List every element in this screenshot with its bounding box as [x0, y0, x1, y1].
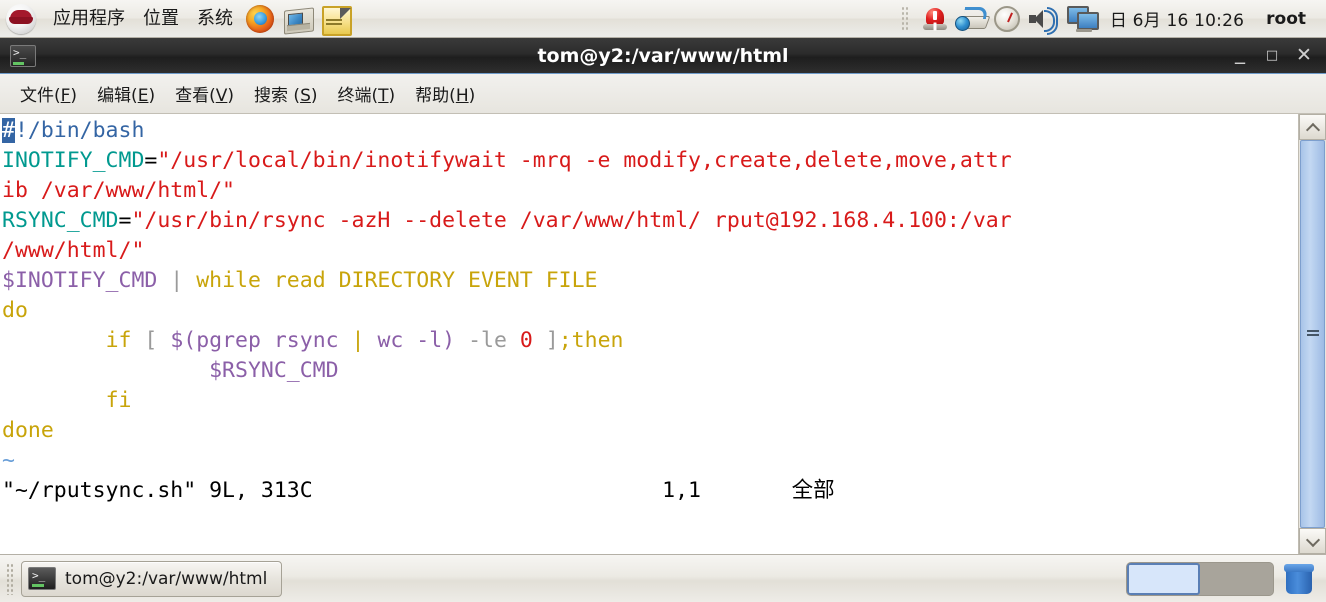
menu-terminal[interactable]: 终端(T): [328, 77, 406, 110]
menu-file-label: 文件(: [20, 86, 61, 106]
menu-places[interactable]: 位置: [134, 7, 188, 31]
code-line: RSYNC_CMD="/usr/bin/rsync -azH --delete …: [2, 208, 1012, 263]
menu-edit[interactable]: 编辑(E): [87, 77, 165, 110]
clock[interactable]: 日 6月 16 10:26: [1104, 6, 1250, 31]
menu-help-label: 帮助(: [415, 86, 456, 106]
vim-editor-content[interactable]: #!/bin/bash INOTIFY_CMD="/usr/local/bin/…: [0, 114, 1298, 554]
top-panel-left: 应用程序 位置 系统: [0, 0, 356, 37]
menu-view-label: 查看(: [175, 86, 216, 106]
top-panel: 应用程序 位置 系统 日 6月 16 10:26 root: [0, 0, 1326, 38]
alert-icon[interactable]: [922, 6, 948, 32]
menu-help-post: ): [468, 86, 476, 106]
menu-file[interactable]: 文件(F): [10, 77, 87, 110]
workspace-2[interactable]: [1200, 562, 1273, 595]
user-menu[interactable]: root: [1250, 9, 1316, 29]
scrollbar-thumb[interactable]: [1300, 140, 1325, 528]
menu-search[interactable]: 搜索 (S): [244, 77, 327, 110]
close-button[interactable]: ✕: [1296, 46, 1312, 65]
menu-terminal-post: ): [388, 86, 396, 106]
taskbar-item-terminal[interactable]: tom@y2:/var/www/html: [21, 560, 283, 597]
code-line: INOTIFY_CMD="/usr/local/bin/inotifywait …: [2, 148, 1012, 203]
menu-search-mnemonic: S: [300, 86, 311, 106]
taskbar: tom@y2:/var/www/html: [0, 554, 1326, 602]
filler-line: ~: [2, 448, 15, 473]
code-line: do: [2, 298, 28, 323]
menu-system[interactable]: 系统: [188, 7, 242, 31]
terminal-body[interactable]: #!/bin/bash INOTIFY_CMD="/usr/local/bin/…: [0, 114, 1326, 554]
trash-icon[interactable]: [1284, 563, 1314, 595]
menu-help[interactable]: 帮助(H): [405, 77, 485, 110]
scroll-down-icon[interactable]: [1299, 528, 1326, 554]
window-titlebar[interactable]: tom@y2:/var/www/html _ □ ✕: [0, 38, 1326, 74]
minimize-button[interactable]: _: [1232, 42, 1248, 62]
volume-icon[interactable]: [1028, 6, 1058, 35]
firefox-icon[interactable]: [246, 4, 276, 34]
menubar: 文件(F) 编辑(E) 查看(V) 搜索 (S) 终端(T) 帮助(H): [0, 74, 1326, 114]
window-buttons: _ □ ✕: [1232, 42, 1326, 66]
menu-edit-mnemonic: E: [137, 86, 149, 106]
text-cursor: #: [2, 118, 15, 143]
terminal-icon: [28, 567, 56, 590]
panel-drag-handle: [900, 5, 910, 32]
menu-view[interactable]: 查看(V): [165, 77, 244, 110]
menu-terminal-label: 终端(: [337, 86, 379, 106]
vim-status-file: "~/rputsync.sh" 9L, 313C: [2, 478, 313, 503]
menu-search-label: 搜索 (: [254, 86, 301, 106]
menu-edit-post: ): [148, 86, 156, 106]
taskbar-right: [1126, 561, 1326, 596]
code-line: $RSYNC_CMD: [209, 358, 339, 383]
workspace-1[interactable]: [1127, 562, 1200, 595]
terminal-window: tom@y2:/var/www/html _ □ ✕ 文件(F) 编辑(E) 查…: [0, 38, 1326, 554]
menu-search-post: ): [310, 86, 318, 106]
scrollbar-track[interactable]: [1299, 140, 1326, 528]
menu-view-post: ): [227, 86, 235, 106]
displays-icon[interactable]: [1066, 5, 1099, 32]
workspace-switcher[interactable]: [1126, 561, 1274, 596]
taskbar-item-label: tom@y2:/var/www/html: [65, 568, 268, 589]
code-line: done: [2, 418, 54, 443]
code-line: fi: [105, 388, 132, 413]
taskbar-drag-handle: [6, 562, 15, 595]
vim-status-position: 1,1: [662, 478, 702, 503]
vim-status-line: "~/rputsync.sh" 9L, 313C 1,1 全部: [2, 478, 835, 503]
terminal-scrollbar[interactable]: [1298, 114, 1326, 554]
window-title: tom@y2:/var/www/html: [537, 44, 789, 67]
scrollbar-grip-icon: [1306, 330, 1319, 338]
code-line: if [ $(pgrep rsync | wc -l) -le 0 ];then: [105, 328, 624, 353]
menu-file-mnemonic: F: [60, 86, 71, 106]
network-icon[interactable]: [954, 6, 988, 31]
code-line: $INOTIFY_CMD | while read DIRECTORY EVEN…: [2, 268, 598, 293]
evolution-icon[interactable]: [284, 4, 314, 35]
menu-terminal-mnemonic: T: [378, 86, 389, 106]
terminal-icon: [10, 44, 36, 67]
redhat-logo-icon[interactable]: [6, 3, 36, 34]
menu-applications[interactable]: 应用程序: [44, 7, 134, 31]
gedit-icon[interactable]: [322, 4, 352, 36]
scroll-up-icon[interactable]: [1299, 114, 1326, 140]
vim-status-scroll: 全部: [791, 478, 835, 503]
maximize-button[interactable]: □: [1264, 49, 1280, 62]
menu-edit-label: 编辑(: [97, 86, 138, 106]
top-panel-right: 日 6月 16 10:26 root: [893, 0, 1326, 37]
gauge-icon[interactable]: [993, 5, 1020, 32]
menu-help-mnemonic: H: [455, 86, 469, 106]
menu-file-post: ): [70, 86, 78, 106]
menu-view-mnemonic: V: [215, 86, 228, 106]
code-line: #!/bin/bash: [2, 118, 145, 143]
